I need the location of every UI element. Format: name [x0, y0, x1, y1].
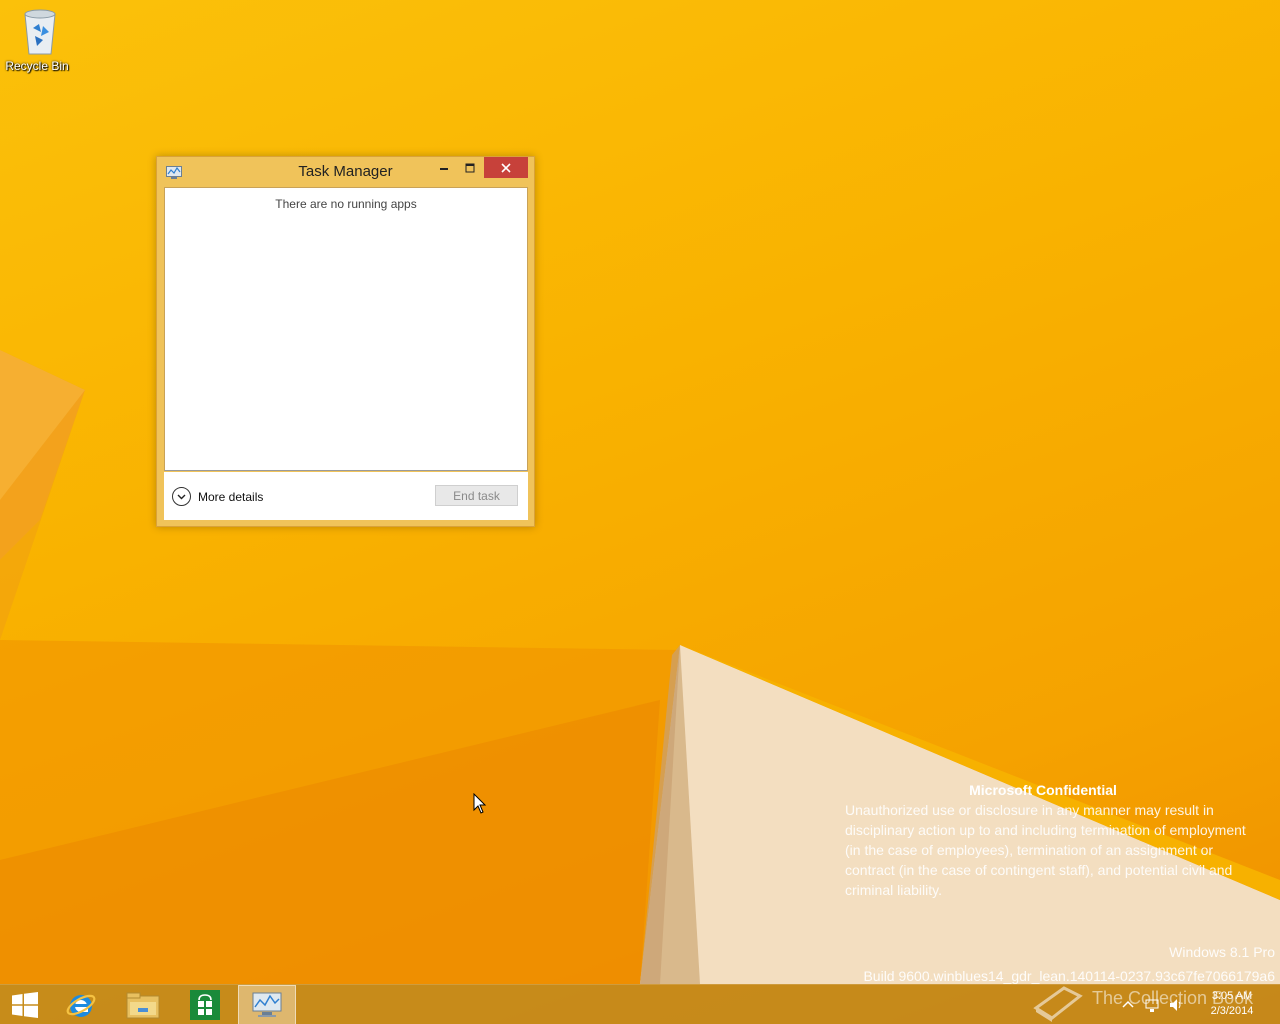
- window-footer: More details End task: [164, 472, 528, 520]
- internet-explorer-icon: [66, 994, 96, 1017]
- recycle-bin-icon: [24, 9, 56, 55]
- empty-message: There are no running apps: [275, 197, 417, 211]
- task-manager-icon: [252, 992, 282, 1017]
- start-button[interactable]: [0, 985, 50, 1024]
- taskbar-store[interactable]: [176, 985, 234, 1024]
- collection-book-watermark: The Collection Book: [1030, 980, 1270, 1024]
- minimize-button[interactable]: [431, 157, 457, 178]
- title-bar[interactable]: Task Manager: [157, 157, 534, 187]
- task-manager-window[interactable]: Task Manager There are no running apps M…: [156, 156, 535, 527]
- maximize-button[interactable]: [457, 157, 483, 178]
- edition-label: Windows 8.1 Pro: [1169, 944, 1275, 960]
- taskbar-task-manager[interactable]: [238, 985, 296, 1024]
- close-icon: [501, 162, 511, 173]
- watermark-body: Unauthorized use or disclosure in any ma…: [845, 802, 1246, 898]
- minimize-icon: [440, 167, 448, 170]
- end-task-button[interactable]: End task: [435, 485, 518, 506]
- folder-icon: [126, 992, 160, 1019]
- chevron-down-icon: [172, 487, 191, 506]
- app-list[interactable]: There are no running apps: [164, 187, 528, 471]
- windows-logo-icon: [12, 992, 38, 1018]
- taskbar-file-explorer[interactable]: [114, 985, 172, 1024]
- desktop-icon-recycle-bin[interactable]: Recycle Bin: [4, 4, 70, 74]
- confidential-watermark: Microsoft Confidential Unauthorized use …: [845, 780, 1265, 900]
- mouse-cursor-icon: [473, 793, 487, 814]
- watermark-heading: Microsoft Confidential: [969, 782, 1117, 798]
- store-icon: [190, 990, 220, 1020]
- watermark-logo-text: The Collection Book: [1092, 988, 1254, 1008]
- more-details-label: More details: [198, 489, 264, 504]
- more-details-button[interactable]: More details: [172, 487, 263, 506]
- close-button[interactable]: [484, 157, 528, 178]
- book-icon: [1033, 986, 1083, 1022]
- taskbar-internet-explorer[interactable]: [52, 985, 110, 1024]
- maximize-icon: [465, 163, 475, 172]
- desktop-icon-label: Recycle Bin: [5, 59, 69, 73]
